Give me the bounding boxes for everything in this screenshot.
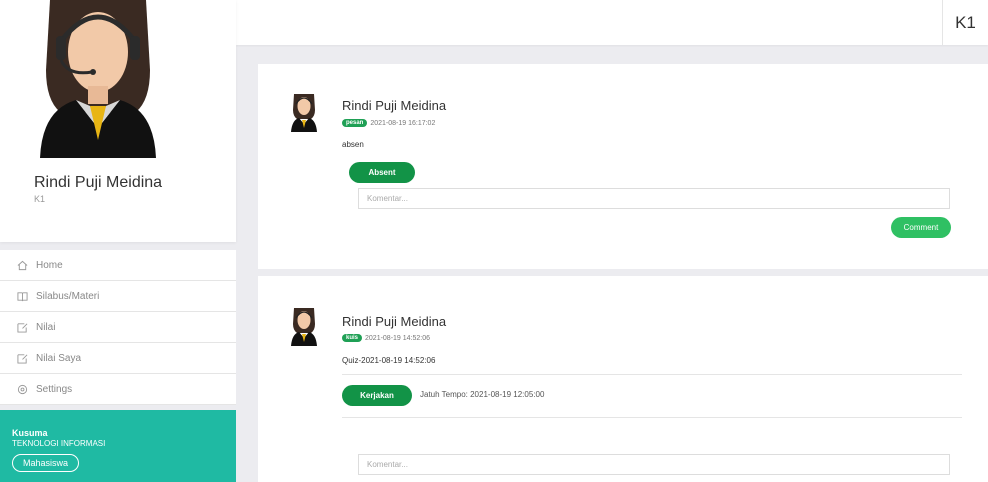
role-badge-button[interactable]: Mahasiswa — [12, 454, 80, 472]
sidebar-item-label: Home — [36, 259, 63, 271]
absent-button[interactable]: Absent — [349, 162, 415, 183]
sidebar-item-label: Silabus/Materi — [36, 290, 100, 302]
divider — [342, 417, 962, 418]
home-icon — [17, 260, 28, 271]
sidebar-item-label: Nilai — [36, 321, 56, 333]
sidebar-item-home[interactable]: Home — [0, 250, 236, 281]
book-icon — [17, 291, 28, 302]
sidebar-item-silabus[interactable]: Silabus/Materi — [0, 281, 236, 312]
post-body: Quiz-2021-08-19 14:52:06 — [342, 356, 436, 365]
post-card: Rindi Puji Meidina pesan 2021-08-19 16:1… — [258, 64, 988, 269]
edit-box-icon — [17, 353, 28, 364]
kerjakan-button[interactable]: Kerjakan — [342, 385, 412, 406]
divider — [342, 374, 962, 375]
sidebar-menu: Home Silabus/Materi Nilai Nilai Saya Set… — [0, 250, 236, 405]
comment-input[interactable] — [358, 454, 950, 475]
user-box: Kusuma TEKNOLOGI INFORMASI Mahasiswa — [0, 410, 236, 482]
post-type-badge: pesan — [342, 119, 368, 127]
post-author: Rindi Puji Meidina — [342, 98, 447, 113]
operator-avatar-icon — [40, 0, 156, 158]
profile-card: Rindi Puji Meidina K1 — [0, 0, 236, 242]
sidebar-item-nilai-saya[interactable]: Nilai Saya — [0, 343, 236, 374]
post-meta: pesan 2021-08-19 16:17:02 — [342, 119, 435, 127]
post-timestamp: 2021-08-19 14:52:06 — [365, 334, 431, 342]
comment-button[interactable]: Comment — [891, 217, 951, 238]
topbar: K1 — [236, 0, 988, 45]
post-timestamp: 2021-08-19 16:17:02 — [370, 119, 436, 127]
profile-name: Rindi Puji Meidina — [34, 174, 163, 191]
sidebar-item-label: Nilai Saya — [36, 352, 82, 364]
operator-avatar-icon — [291, 308, 317, 346]
post-meta: kuis 2021-08-19 14:52:06 — [342, 334, 430, 342]
post-body: absen — [342, 140, 364, 149]
gear-icon — [17, 384, 28, 395]
sidebar-item-settings[interactable]: Settings — [0, 374, 236, 405]
sidebar-item-label: Settings — [36, 383, 73, 395]
post-card: Rindi Puji Meidina kuis 2021-08-19 14:52… — [258, 276, 988, 482]
user-department: TEKNOLOGI INFORMASI — [12, 439, 106, 448]
operator-avatar-icon — [291, 94, 317, 132]
edit-box-icon — [17, 322, 28, 333]
comment-input[interactable] — [358, 188, 950, 209]
post-author: Rindi Puji Meidina — [342, 314, 447, 329]
sidebar-item-nilai[interactable]: Nilai — [0, 312, 236, 343]
post-type-badge: kuis — [342, 334, 363, 342]
page-title: K1 — [942, 0, 988, 45]
profile-class: K1 — [34, 194, 46, 204]
user-name: Kusuma — [12, 428, 48, 438]
due-date: Jatuh Tempo: 2021-08-19 12:05:00 — [420, 390, 545, 399]
